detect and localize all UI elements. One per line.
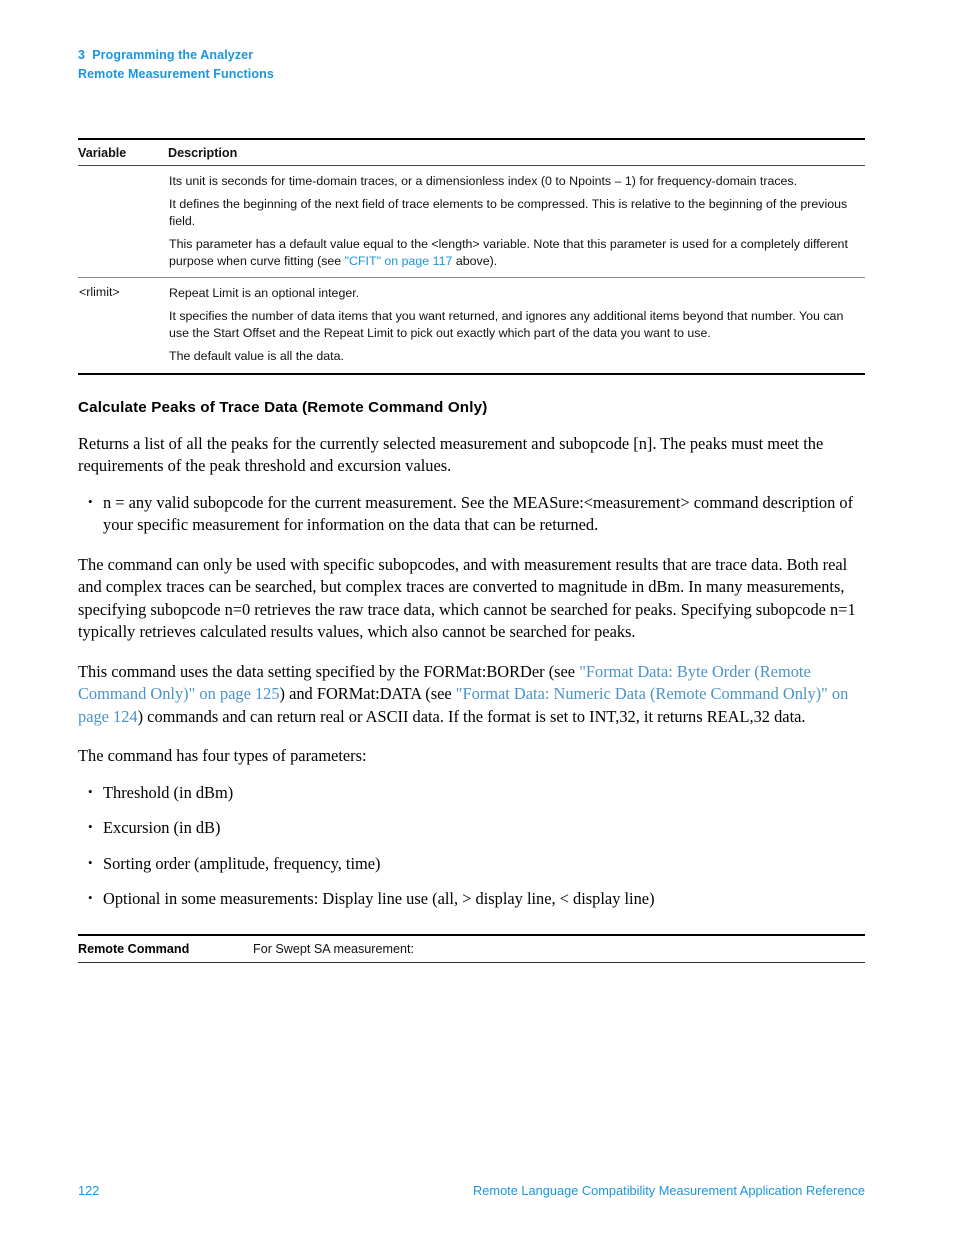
variable-description-table: Variable Description Its unit is seconds… [78, 138, 865, 375]
footer-document-title: Remote Language Compatibility Measuremen… [473, 1183, 865, 1198]
format-text-part-1: This command uses the data setting speci… [78, 661, 580, 681]
variable-table-body: Its unit is seconds for time-domain trac… [78, 166, 865, 374]
footer-page-number: 122 [78, 1183, 100, 1198]
list-item: Excursion (in dB) [78, 816, 865, 840]
list-item: Optional in some measurements: Display l… [78, 887, 865, 911]
description-paragraph: It defines the beginning of the next fie… [169, 197, 848, 228]
table-row: Remote Command For Swept SA measurement: [78, 934, 865, 963]
description-paragraph: Its unit is seconds for time-domain trac… [169, 174, 798, 188]
page-content: Variable Description Its unit is seconds… [78, 138, 865, 963]
description-paragraph: It specifies the number of data items th… [169, 309, 844, 340]
format-text-part-3: ) commands and can return real or ASCII … [137, 706, 806, 726]
cfit-cross-reference-link[interactable]: "CFIT" on page 117 [345, 254, 453, 268]
row-variable-name: <rlimit> [78, 277, 168, 374]
format-data-paragraph: This command uses the data setting speci… [78, 661, 865, 729]
column-header-description: Description [168, 139, 865, 166]
description-paragraph-with-link: This parameter has a default value equal… [169, 236, 864, 269]
variable-table-head: Variable Description [78, 139, 865, 166]
remote-command-value: For Swept SA measurement: [253, 934, 865, 963]
subopcode-bullet-list: n = any valid subopcode for the current … [78, 491, 865, 537]
list-item: n = any valid subopcode for the current … [78, 491, 865, 537]
row-description: Its unit is seconds for time-domain trac… [168, 166, 865, 278]
header-chapter-line: 3 Programming the Analyzer [78, 48, 254, 62]
table-row: <rlimit> Repeat Limit is an optional int… [78, 277, 865, 374]
parameter-bullet-list: Threshold (in dBm) Excursion (in dB) Sor… [78, 781, 865, 911]
format-text-part-2: ) and FORMat:DATA (see [279, 684, 456, 704]
column-header-variable: Variable [78, 139, 168, 166]
table-header-row: Variable Description [78, 139, 865, 166]
list-item: Threshold (in dBm) [78, 781, 865, 805]
paragraph-text-before-link: This parameter has a default value equal… [169, 237, 848, 268]
remote-command-label: Remote Command [78, 934, 253, 963]
row-variable-name [78, 166, 168, 278]
list-item: Sorting order (amplitude, frequency, tim… [78, 852, 865, 876]
intro-paragraph: Returns a list of all the peaks for the … [78, 433, 824, 476]
remote-command-table: Remote Command For Swept SA measurement: [78, 933, 865, 963]
header-section-line: Remote Measurement Functions [78, 66, 274, 81]
description-paragraph: The default value is all the data. [169, 349, 344, 364]
section-heading-calculate-peaks: Calculate Peaks of Trace Data (Remote Co… [78, 398, 488, 416]
table-row: Its unit is seconds for time-domain trac… [78, 166, 865, 278]
subopcode-paragraph: The command can only be used with specif… [78, 554, 856, 642]
paragraph-text-after-link: above). [452, 253, 498, 268]
running-header: 3 Programming the Analyzer Remote Measur… [78, 46, 274, 83]
parameters-intro-paragraph: The command has four types of parameters… [78, 746, 367, 766]
row-description: Repeat Limit is an optional integer. It … [168, 277, 865, 374]
remote-command-table-body: Remote Command For Swept SA measurement: [78, 934, 865, 963]
description-paragraph: Repeat Limit is an optional integer. [169, 286, 360, 301]
